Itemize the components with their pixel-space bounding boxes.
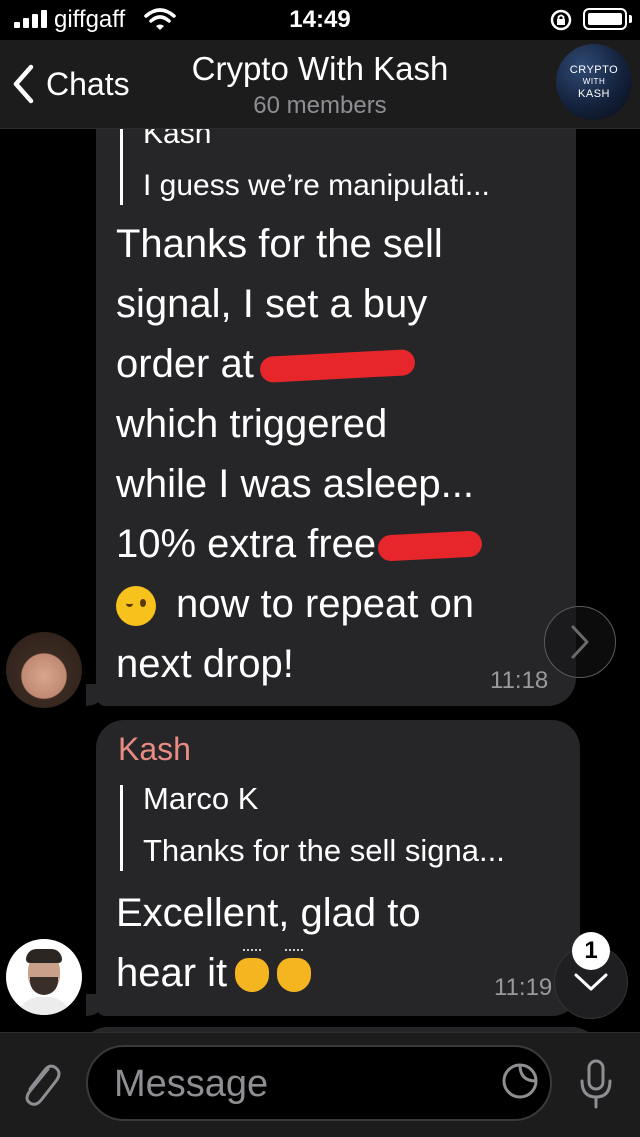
- message-list[interactable]: Kash I guess we’re manipulati... Thanks …: [0, 129, 640, 1032]
- message-line: order at: [116, 342, 254, 386]
- avatar-text-line3: KASH: [578, 88, 610, 100]
- message-line: while I was asleep...: [116, 462, 474, 506]
- unread-badge: 1: [572, 932, 610, 970]
- message-text: Excellent, glad to hear it: [116, 883, 421, 1003]
- avatar-hair: [26, 949, 62, 963]
- reply-snippet: I guess we’re manipulati...: [143, 169, 490, 202]
- avatar-text-line2: WITH: [582, 77, 606, 86]
- chevron-right-icon: [571, 625, 589, 659]
- chat-title[interactable]: Crypto With Kash: [0, 50, 640, 88]
- reply-snippet: Thanks for the sell signa...: [143, 833, 505, 868]
- avatar-shirt: [16, 997, 72, 1015]
- message-input[interactable]: [112, 1053, 486, 1115]
- message-line: Excellent, glad to: [116, 891, 421, 935]
- wink-emoji-icon: [116, 586, 156, 627]
- reply-author: Marco K: [143, 781, 259, 816]
- reply-quote[interactable]: Kash I guess we’re manipulati...: [120, 129, 490, 205]
- chat-header: Chats Crypto With Kash 60 members CRYPTO…: [0, 40, 640, 129]
- microphone-icon[interactable]: [578, 1057, 614, 1113]
- composer-bar: [0, 1032, 640, 1137]
- clapping-hands-icon: [277, 949, 312, 993]
- sticker-icon[interactable]: [500, 1061, 540, 1101]
- forward-button[interactable]: [544, 606, 616, 678]
- battery-icon: [583, 8, 627, 30]
- status-bar: giffgaff 14:49: [0, 0, 640, 40]
- message-time: 11:18: [490, 667, 549, 694]
- message-time: 11:19: [494, 974, 553, 1001]
- reply-quote[interactable]: Marco K Thanks for the sell signa...: [120, 781, 505, 871]
- chevron-down-icon: [574, 973, 608, 991]
- message-text: Thanks for the sell signal, I set a buy …: [116, 214, 483, 694]
- battery-nub: [629, 15, 632, 23]
- message-line: next drop!: [116, 642, 294, 686]
- message-line: now to repeat on: [176, 582, 474, 626]
- status-time: 14:49: [289, 6, 351, 33]
- sender-avatar[interactable]: [6, 632, 82, 708]
- avatar-text-line1: CRYPTO: [569, 64, 619, 76]
- avatar-beard: [30, 977, 58, 995]
- reply-author: Kash: [143, 129, 212, 150]
- member-count: 60 members: [253, 92, 387, 119]
- message-line: which triggered: [116, 402, 388, 446]
- redaction-mark: [259, 349, 416, 384]
- message-line: hear it: [116, 951, 228, 995]
- message-line: Thanks for the sell: [116, 222, 443, 266]
- redaction-mark: [377, 530, 483, 563]
- message-field[interactable]: [86, 1045, 552, 1121]
- sender-name[interactable]: Kash: [118, 731, 191, 768]
- rotation-lock-icon: [550, 9, 572, 31]
- clapping-hands-icon: [235, 949, 270, 993]
- message-line: signal, I set a buy: [116, 282, 428, 326]
- paperclip-icon[interactable]: [18, 1059, 62, 1111]
- sender-avatar[interactable]: [6, 939, 82, 1015]
- message-line: 10% extra free: [116, 522, 377, 566]
- group-avatar[interactable]: CRYPTO WITH KASH: [556, 44, 632, 120]
